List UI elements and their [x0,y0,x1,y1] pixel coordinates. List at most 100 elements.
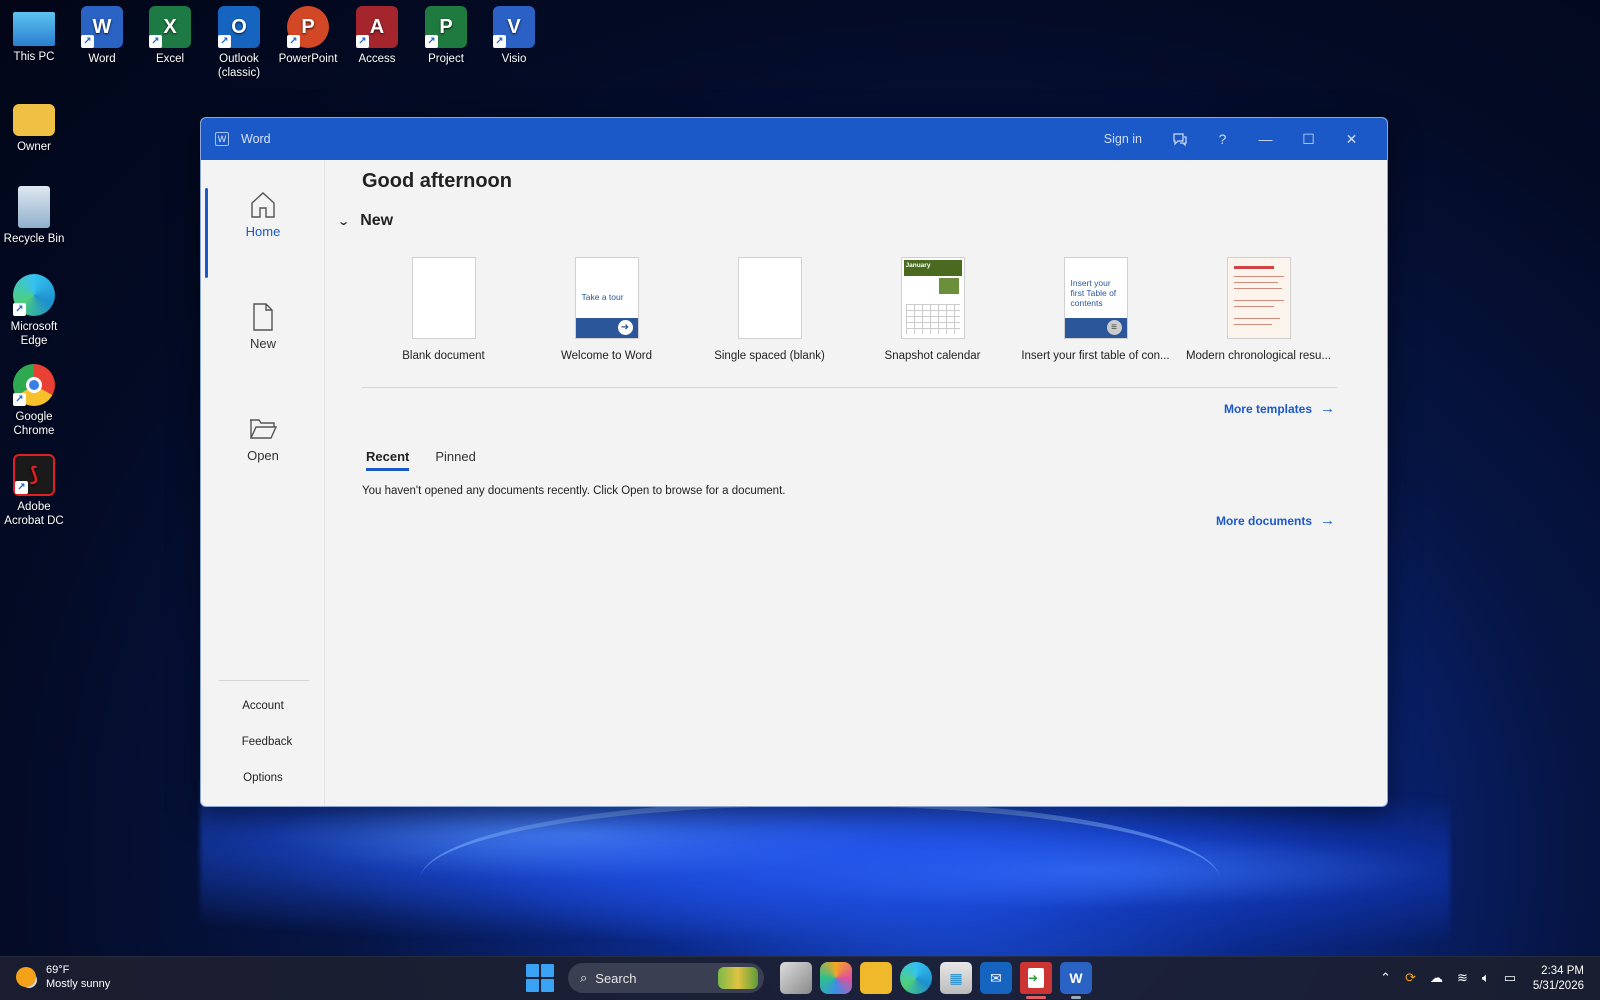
desktop-icon-owner[interactable]: Owner [0,98,70,154]
desktop-icon-label: Visio [501,53,527,65]
desktop-icon-label: Project [428,53,464,65]
new-section-header[interactable]: ⌄ New [337,212,393,230]
template-label: Single spaced (blank) [714,350,825,362]
access-icon: A ↗ [356,6,398,48]
desktop-icon-edge[interactable]: ↗ Microsoft Edge [0,274,70,348]
desktop-icon-visio[interactable]: V ↗ Visio [478,6,550,66]
start-button[interactable] [526,964,554,992]
minimize-button[interactable]: — [1244,118,1287,160]
nav-new-label: New [249,336,276,351]
clock[interactable]: 2:34 PM 5/31/2026 [1533,964,1584,994]
desktop-icon-this-pc[interactable]: This PC [0,8,70,64]
word-taskbar-icon[interactable]: W [1060,962,1092,999]
app-installer-icon[interactable]: ➜ [1020,962,1052,999]
tab-pinned[interactable]: Pinned [435,449,475,471]
weather-condition: Mostly sunny [46,978,111,990]
task-view-icon[interactable] [780,962,812,994]
desktop-icon-label: Owner [17,141,51,153]
desktop-icon-label: Microsoft Edge [10,321,58,347]
outlook-icon: O ↗ [218,6,260,48]
desktop-icon-label: PowerPoint [278,53,338,65]
edge-taskbar-icon[interactable] [900,962,932,994]
documents-tabs: Recent Pinned [366,449,502,471]
taskbar: 69°F Mostly sunny ⌕ Search ▦ ✉ ➜ W ⌃ ⟳ ☁… [0,956,1600,1000]
desktop-icon-access[interactable]: A ↗ Access [341,6,413,66]
battery-icon[interactable]: ▭ [1504,970,1516,986]
feedback-icon[interactable] [1158,118,1201,160]
volume-icon[interactable]: 🔈︎ [1482,970,1490,986]
arrow-right-icon: → [1320,512,1335,529]
edge-icon: ↗ [13,274,55,316]
template-welcome-to-word[interactable]: Take a tour ➜ Welcome to Word [525,257,688,362]
taskbar-center: ⌕ Search ▦ ✉ ➜ W [526,962,1096,999]
new-document-icon [201,302,325,336]
account-link[interactable]: Account [201,700,325,712]
sidebar-divider [219,680,309,681]
desktop-icon-word[interactable]: W ↗ Word [66,6,138,66]
shortcut-arrow-icon: ↗ [218,35,231,48]
sync-icon[interactable]: ⟳ [1405,970,1416,986]
clock-date: 5/31/2026 [1532,980,1584,992]
desktop-icon-outlook[interactable]: O ↗ Outlook (classic) [203,6,275,80]
taskbar-search[interactable]: ⌕ Search [568,963,764,993]
nav-home[interactable]: Home [201,176,325,278]
folder-user-icon [13,104,55,136]
desktop-icon-project[interactable]: P ↗ Project [410,6,482,66]
empty-recent-message: You haven't opened any documents recentl… [362,485,786,497]
title-bar: W Word Sign in ? — ☐ ✕ [201,118,1387,160]
template-gallery: Blank document Take a tour ➜ Welcome to … [362,257,1342,362]
thumbnail-text: Take a tour [581,292,624,302]
nav-open[interactable]: Open [201,400,325,490]
monitor-icon [13,12,55,46]
file-explorer-icon[interactable] [860,962,892,994]
copilot-icon[interactable] [820,962,852,994]
arrow-right-icon: ➜ [617,320,633,335]
chrome-icon: ↗ [13,364,55,406]
desktop-icon-chrome[interactable]: ↗ Google Chrome [0,364,70,438]
help-button[interactable]: ? [1201,118,1244,160]
outlook-taskbar-icon[interactable]: ✉ [980,962,1012,994]
template-label: Welcome to Word [561,350,652,362]
desktop-icon-label: Adobe Acrobat DC [4,501,64,527]
more-documents-label: More documents [1215,513,1312,528]
section-divider [362,387,1337,388]
cloud-off-icon[interactable]: ☁ [1430,970,1443,986]
template-single-spaced[interactable]: Single spaced (blank) [688,257,851,362]
shortcut-arrow-icon: ↗ [13,393,26,406]
template-snapshot-calendar[interactable]: January Snapshot calendar [851,257,1014,362]
template-table-of-contents[interactable]: Insert your first Table of contents ≡ In… [1014,257,1177,362]
sign-in-button[interactable]: Sign in [1088,132,1158,146]
backstage-sidebar: Home New Open Account Feedback Options [201,160,325,806]
close-button[interactable]: ✕ [1330,118,1373,160]
word-app-icon: W [215,132,229,146]
shortcut-arrow-icon: ↗ [13,303,26,316]
desktop-icon-label: This PC [13,51,55,63]
template-modern-resume[interactable]: Modern chronological resu... [1177,257,1340,362]
nav-new[interactable]: New [201,288,325,378]
home-pane: Good afternoon ⌄ New Blank document Take… [325,160,1387,806]
clock-time: 2:34 PM [1541,965,1584,977]
more-templates-link[interactable]: More templates → [1224,400,1335,417]
shortcut-arrow-icon: ↗ [81,35,94,48]
feedback-link[interactable]: Feedback [205,736,329,748]
desktop-icon-acrobat[interactable]: ⟆ ↗ Adobe Acrobat DC [0,454,70,528]
desktop-icon-recycle-bin[interactable]: Recycle Bin [0,186,70,246]
tab-recent[interactable]: Recent [366,449,410,471]
store-icon[interactable]: ▦ [940,962,972,994]
excel-icon: X ↗ [149,6,191,48]
weather-widget[interactable]: 69°F Mostly sunny [16,963,110,991]
template-thumbnail [411,257,476,339]
chevron-up-icon[interactable]: ⌃ [1380,970,1391,986]
desktop-icon-label: Recycle Bin [3,233,65,245]
wifi-icon[interactable]: ≋ [1457,970,1468,986]
info-icon: ≡ [1106,320,1122,335]
more-documents-link[interactable]: More documents → [1216,512,1335,529]
nav-home-label: Home [245,224,281,239]
maximize-button[interactable]: ☐ [1287,118,1330,160]
options-link[interactable]: Options [201,772,325,784]
desktop-icon-excel[interactable]: X ↗ Excel [134,6,206,66]
template-blank-document[interactable]: Blank document [362,257,525,362]
desktop-icon-powerpoint[interactable]: P ↗ PowerPoint [272,6,344,66]
greeting-heading: Good afternoon [362,170,512,192]
powerpoint-icon: P ↗ [287,6,329,48]
